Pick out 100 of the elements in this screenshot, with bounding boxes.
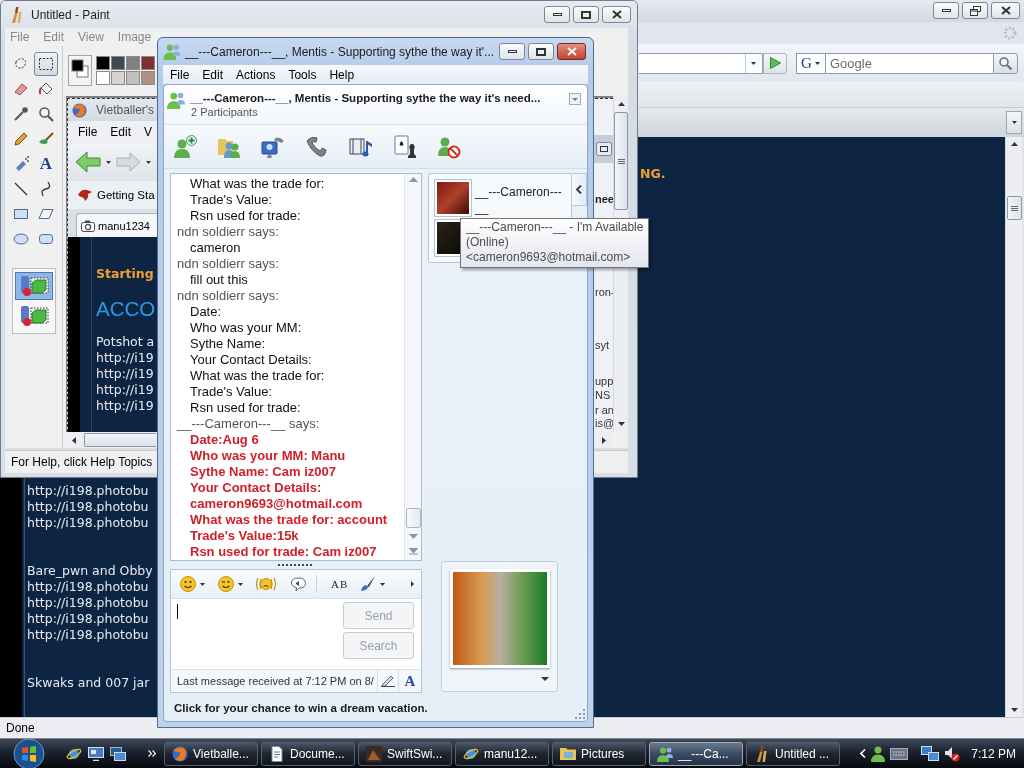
scroll-thumb[interactable] — [84, 433, 156, 447]
color-swatch-icon[interactable] — [141, 56, 155, 70]
maximize-button[interactable] — [528, 43, 554, 60]
page-text: http://i198.photobu — [27, 627, 149, 643]
scroll-end-icon — [408, 548, 418, 555]
search-engine-button[interactable]: G — [796, 52, 826, 74]
menu-item[interactable]: Actions — [236, 66, 276, 83]
go-button[interactable] — [763, 52, 787, 74]
scrollbar[interactable] — [404, 174, 421, 560]
tab-list-button[interactable] — [1006, 111, 1022, 134]
color-swatch-icon[interactable] — [126, 56, 140, 70]
close-button[interactable] — [557, 43, 586, 60]
restore-icon — [969, 5, 981, 16]
minimize-button[interactable] — [933, 2, 959, 19]
menu-item[interactable]: File — [78, 125, 98, 139]
double-chevron-icon[interactable] — [148, 750, 156, 757]
minimize-button[interactable] — [544, 6, 570, 23]
menu-item[interactable]: Edit — [110, 125, 132, 139]
font-button[interactable]: AB — [331, 578, 349, 590]
start-button[interactable] — [12, 738, 46, 768]
network-icon[interactable] — [921, 745, 940, 762]
taskbar-button[interactable]: Pictures — [552, 741, 646, 766]
search-field[interactable]: Google — [826, 52, 993, 74]
scrollbar[interactable] — [66, 432, 157, 448]
scroll-up-icon — [1010, 142, 1018, 146]
font-color-button[interactable]: A — [399, 670, 421, 692]
taskbar-button[interactable]: manu12... — [455, 741, 549, 766]
scrollbar[interactable] — [594, 432, 613, 448]
maximize-button[interactable] — [962, 2, 988, 19]
tool-button[interactable]: A — [34, 152, 58, 176]
color-swatch-icon[interactable] — [96, 71, 110, 85]
person-icon[interactable] — [871, 745, 886, 762]
search-button[interactable] — [993, 52, 1018, 74]
menu-item[interactable]: File — [170, 66, 190, 83]
monitor-phone-icon[interactable] — [261, 134, 285, 159]
taskbar-button[interactable]: SwiftSwi... — [358, 741, 452, 766]
color-swatch-icon[interactable] — [96, 56, 110, 70]
caret-icon[interactable] — [540, 677, 549, 681]
maximize-button[interactable] — [573, 6, 599, 23]
scrollbar[interactable] — [1005, 137, 1022, 717]
back-arrow-icon[interactable] — [75, 151, 101, 173]
resize-grip-icon[interactable] — [575, 709, 585, 719]
scroll-thumb[interactable] — [1006, 196, 1022, 220]
browser-tab[interactable]: manu1234 — [76, 213, 157, 237]
taskbar-button[interactable]: Untitled ... — [746, 741, 840, 766]
tool-button[interactable] — [34, 52, 58, 76]
card-chess-icon[interactable] — [393, 134, 417, 159]
taskbar-button[interactable]: Docume... — [261, 741, 355, 766]
desktop-icon[interactable] — [88, 746, 104, 761]
nudge-icon[interactable] — [255, 576, 277, 592]
more-arrow-icon[interactable] — [411, 581, 414, 587]
windows-stack-icon[interactable] — [110, 746, 126, 761]
color-swatch-icon[interactable] — [141, 71, 155, 85]
clock[interactable]: 7:12 PM — [971, 746, 1016, 761]
color-swatch-icon[interactable] — [111, 56, 125, 70]
paintbrush-icon[interactable] — [360, 576, 377, 592]
text-fragment: syt — [595, 339, 610, 352]
speech-bubble-icon[interactable] — [291, 576, 306, 592]
close-button[interactable] — [991, 2, 1020, 19]
page-text: http://i19 — [96, 350, 155, 366]
color-swatch-icon[interactable] — [126, 71, 140, 85]
volume-muted-icon[interactable] — [944, 745, 961, 762]
page-text: http://i198.photobu — [27, 579, 149, 595]
throbber-icon — [1003, 26, 1017, 40]
caret-icon — [238, 582, 243, 586]
window-button-icon[interactable] — [596, 142, 612, 156]
address-field[interactable] — [639, 52, 763, 74]
wink-icon[interactable] — [218, 576, 234, 592]
handwriting-button[interactable] — [377, 670, 399, 692]
bookmark-link[interactable]: Getting Sta — [97, 189, 155, 201]
text-fragment: upp — [595, 375, 613, 388]
contact-name[interactable]: __---Cameron---__ — [475, 184, 569, 216]
transparency-option[interactable] — [14, 272, 53, 300]
keyboard-icon[interactable] — [890, 747, 909, 760]
ad-link[interactable]: Click for your chance to win a dream vacation. — [174, 701, 428, 714]
scroll-up-icon — [617, 102, 625, 106]
menu-item[interactable]: Edit — [202, 66, 224, 83]
photo-placeholder[interactable] — [449, 569, 550, 668]
dropdown-icon[interactable] — [569, 93, 581, 105]
menu-item[interactable]: Help — [329, 66, 355, 83]
taskbar-button[interactable]: Vietballe... — [164, 741, 258, 766]
color-swatch-icon[interactable] — [111, 71, 125, 85]
minimize-button[interactable] — [499, 43, 525, 60]
collapse-button[interactable] — [572, 173, 587, 206]
message-text: Trade's Value: — [190, 192, 272, 208]
smiley-icon[interactable] — [180, 576, 196, 592]
close-button[interactable] — [602, 6, 631, 23]
close-icon — [1000, 6, 1011, 15]
scroll-thumb[interactable] — [614, 112, 628, 210]
menu-item[interactable]: Tools — [288, 66, 317, 83]
menu-item[interactable]: V — [144, 125, 153, 139]
scroll-thumb[interactable] — [405, 508, 421, 528]
add-contact-icon[interactable] — [173, 134, 197, 159]
phone-icon[interactable] — [305, 134, 329, 159]
camera-icon — [81, 219, 95, 232]
taskbar-button[interactable]: __---Ca... — [649, 741, 743, 766]
page-title: ACCO — [96, 297, 157, 321]
text-fragment: NS — [595, 389, 611, 402]
current-colors-icon[interactable] — [68, 55, 92, 86]
chevron-left-icon[interactable] — [860, 749, 867, 758]
